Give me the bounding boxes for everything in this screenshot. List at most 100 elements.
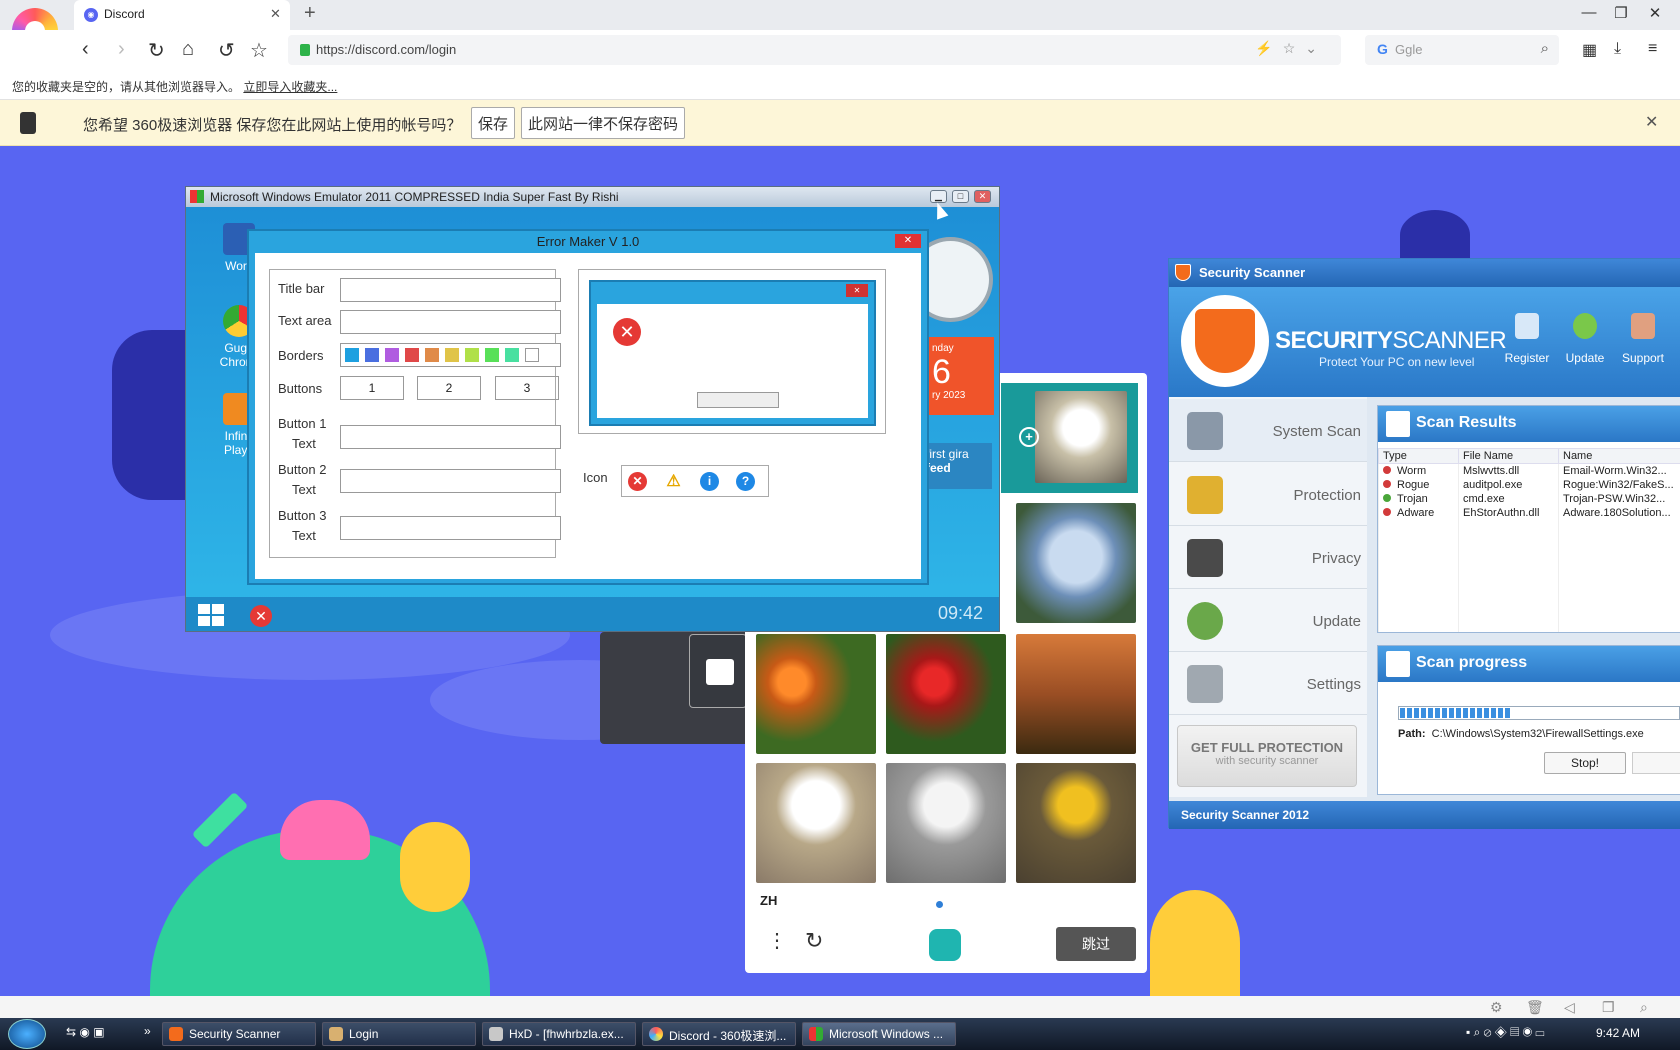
color-swatch[interactable] — [365, 348, 379, 362]
download-icon[interactable]: ⤓ — [1614, 40, 1621, 58]
error-task-icon[interactable]: ✕ — [250, 605, 272, 627]
table-row[interactable]: Rogue auditpol.exe Rogue:Win32/FakeS... — [1378, 477, 1680, 492]
register-button[interactable]: Register — [1499, 307, 1555, 397]
column-header[interactable]: File Name — [1458, 448, 1559, 464]
url-text[interactable]: https://discord.com/login — [316, 42, 456, 57]
more-options-icon[interactable]: ⋮ — [767, 928, 787, 953]
search-icon[interactable]: ⌕ — [1541, 40, 1549, 57]
sidebar-item-protection[interactable]: Protection — [1169, 463, 1367, 526]
secondary-button[interactable] — [1632, 752, 1680, 774]
color-swatch[interactable] — [505, 348, 519, 362]
button-2-text-input[interactable] — [340, 469, 561, 493]
refresh-icon[interactable]: ↻ — [805, 928, 823, 954]
captcha-tile-daisies[interactable] — [756, 763, 876, 883]
color-swatch[interactable] — [425, 348, 439, 362]
table-row[interactable]: Trojan cmd.exe Trojan-PSW.Win32... — [1378, 491, 1680, 506]
sidebar-item-update[interactable]: Update — [1169, 589, 1367, 652]
apps-icon[interactable]: ▦ — [1582, 40, 1597, 60]
home-icon[interactable]: ⌂ — [182, 38, 194, 61]
button-1-text-input[interactable] — [340, 425, 561, 449]
color-swatch[interactable] — [385, 348, 399, 362]
table-row[interactable]: Worm Mslwvtts.dll Email-Worm.Win32... — [1378, 463, 1680, 478]
tray-icons[interactable]: ▪ ⌕ ⊘ ◈ ▤ ◉ ▭ — [1466, 1025, 1545, 1040]
close-icon[interactable]: ✕ — [1640, 4, 1670, 22]
maximize-icon[interactable]: □ — [952, 190, 969, 203]
table-row[interactable]: Adware EhStorAuthn.dll Adware.180Solution.… — [1378, 505, 1680, 520]
color-swatch[interactable] — [445, 348, 459, 362]
minimize-icon[interactable]: — — [1574, 4, 1604, 21]
update-button[interactable]: Update — [1557, 307, 1613, 397]
captcha-tile-rose[interactable] — [1016, 503, 1136, 623]
import-bookmarks-link[interactable]: 立即导入收藏夹... — [243, 80, 337, 94]
window-icon[interactable]: ❐ — [1602, 999, 1615, 1016]
border-color-picker[interactable] — [340, 343, 561, 367]
taskbar-item-hxd[interactable]: HxD - [fhwhrbzla.ex... — [482, 1022, 636, 1046]
stop-button[interactable]: Stop! — [1544, 752, 1626, 774]
column-header[interactable]: Name — [1558, 448, 1680, 464]
search-input[interactable]: Ggle — [1395, 42, 1422, 57]
undo-icon[interactable]: ↺ — [218, 38, 235, 63]
button-3-text-input[interactable] — [340, 516, 561, 540]
sidebar-item-privacy[interactable]: Privacy — [1169, 526, 1367, 589]
captcha-tile-sunflower-pot[interactable] — [1016, 763, 1136, 883]
windows-logo-icon[interactable] — [198, 604, 224, 626]
trash-icon[interactable]: 🗑 — [1526, 999, 1544, 1016]
color-swatch[interactable] — [485, 348, 499, 362]
zoom-icon[interactable]: ⌕ — [1640, 999, 1648, 1016]
address-bar-icons[interactable]: ⚡☆⌄ — [1255, 40, 1327, 57]
language-selector[interactable]: ZH — [760, 893, 777, 908]
question-icon[interactable]: ? — [736, 472, 755, 491]
taskbar-item-discord[interactable]: Discord - 360极速浏... — [642, 1022, 796, 1046]
address-bar[interactable]: https://discord.com/login ⚡☆⌄ — [288, 35, 1341, 65]
color-swatch[interactable] — [465, 348, 479, 362]
support-button[interactable]: Support — [1615, 307, 1671, 397]
captcha-tile-orange-tulips[interactable] — [756, 634, 876, 754]
search-box[interactable]: G Ggle ⌕ — [1365, 35, 1559, 65]
color-swatch[interactable] — [405, 348, 419, 362]
new-tab-icon[interactable]: + — [304, 2, 316, 25]
title-bar-input[interactable] — [340, 278, 561, 302]
captcha-tile-red-roses[interactable] — [886, 634, 1006, 754]
menu-icon[interactable]: ≡ — [1648, 40, 1657, 58]
quick-launch-icons[interactable]: ⇆ ◉ ▣ — [66, 1025, 105, 1039]
forward-icon[interactable]: › — [118, 38, 125, 61]
scan-progress-header: Scan progress — [1378, 646, 1680, 682]
back-icon[interactable]: ‹ — [82, 38, 89, 61]
color-swatch[interactable] — [345, 348, 359, 362]
color-swatch[interactable] — [525, 348, 539, 362]
star-icon[interactable]: ☆ — [250, 38, 268, 63]
text-area-input[interactable] — [340, 310, 561, 334]
taskbar-item-login[interactable]: Login — [322, 1022, 476, 1046]
close-icon[interactable]: ✕ — [974, 190, 991, 203]
get-full-protection-button[interactable]: GET FULL PROTECTION with security scanner — [1177, 725, 1357, 787]
close-icon[interactable]: ✕ — [895, 234, 921, 248]
captcha-tile-sunflowers-sunset[interactable] — [1016, 634, 1136, 754]
buttons-1-option[interactable]: 1 — [340, 376, 404, 400]
never-save-button[interactable]: 此网站一律不保存密码 — [521, 107, 686, 139]
sidebar-item-system-scan[interactable]: System Scan — [1169, 399, 1367, 462]
infobar-close-icon[interactable]: ✕ — [1645, 112, 1658, 132]
tab-discord[interactable]: ◉ Discord ✕ — [74, 0, 290, 30]
skip-button[interactable]: 跳过 — [1056, 927, 1136, 961]
column-header[interactable]: Type — [1378, 448, 1459, 464]
reload-icon[interactable]: ↻ — [148, 38, 165, 63]
taskbar-item-emulator[interactable]: Microsoft Windows ... — [802, 1022, 956, 1046]
restore-icon[interactable]: ❐ — [1606, 4, 1636, 22]
scanner-title-bar[interactable]: Security Scanner — [1169, 259, 1680, 287]
volume-icon[interactable]: ◁ — [1564, 999, 1575, 1016]
captcha-tile-daisies-2[interactable] — [886, 763, 1006, 883]
buttons-2-option[interactable]: 2 — [417, 376, 481, 400]
error-icon[interactable]: ✕ — [628, 472, 647, 491]
chevron-icon[interactable]: » — [144, 1024, 151, 1038]
tab-close-icon[interactable]: ✕ — [270, 6, 281, 22]
start-button[interactable] — [8, 1019, 46, 1049]
hcaptcha-logo-icon[interactable] — [929, 929, 961, 961]
warning-icon[interactable]: ⚠ — [664, 472, 683, 491]
info-icon[interactable]: i — [700, 472, 719, 491]
speed-icon[interactable]: ⚙ — [1490, 999, 1503, 1016]
buttons-3-option[interactable]: 3 — [495, 376, 559, 400]
sidebar-item-settings[interactable]: Settings — [1169, 652, 1367, 715]
save-button[interactable]: 保存 — [471, 107, 516, 139]
emulator-title-bar[interactable]: Microsoft Windows Emulator 2011 COMPRESS… — [186, 187, 999, 207]
taskbar-item-security-scanner[interactable]: Security Scanner — [162, 1022, 316, 1046]
